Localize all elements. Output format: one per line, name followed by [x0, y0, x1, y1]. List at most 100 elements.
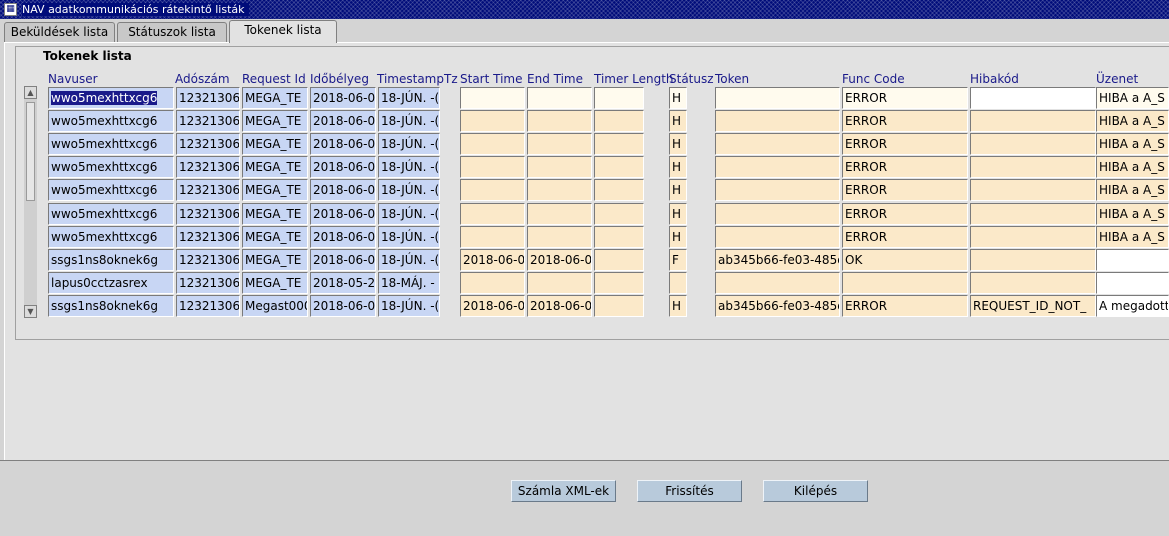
cell-end-time[interactable] — [527, 87, 592, 109]
cell-navuser[interactable]: ssgs1ns8oknek6g — [48, 294, 174, 317]
cell-end-time[interactable] — [527, 110, 592, 133]
cell-timer-length[interactable] — [594, 156, 644, 179]
cell-end-time[interactable]: 2018-06-09 — [527, 248, 592, 271]
cell-end-time[interactable] — [527, 156, 592, 179]
cell-end-time[interactable] — [527, 225, 592, 248]
cell-navuser[interactable]: wwo5mexhttxcg6 — [48, 87, 174, 109]
cell-uzenet[interactable]: HIBA a A_S — [1096, 202, 1169, 225]
cell-end-time[interactable] — [527, 179, 592, 202]
cell-token[interactable]: ab345b66-fe03-485d- — [715, 294, 840, 317]
cell-timer-length[interactable] — [594, 202, 644, 225]
cell-start-time[interactable] — [460, 110, 525, 133]
cell-end-time[interactable] — [527, 133, 592, 156]
cell-idobelyeg[interactable]: 2018-06-04 — [310, 87, 376, 109]
cell-timestamp[interactable]: 18-JÚN. -( — [378, 156, 440, 179]
cell-request-id[interactable]: MEGA_TE — [242, 156, 308, 179]
cell-hibakod[interactable] — [970, 110, 1096, 133]
cell-start-time[interactable] — [460, 202, 525, 225]
cell-timestamp[interactable]: 18-MÁJ. - — [378, 271, 440, 294]
cell-hibakod[interactable] — [970, 225, 1096, 248]
cell-uzenet[interactable] — [1096, 271, 1169, 294]
tab-bekuldesek[interactable]: Beküldések lista — [4, 22, 115, 42]
cell-start-time[interactable] — [460, 225, 525, 248]
cell-idobelyeg[interactable]: 2018-05-24 — [310, 271, 376, 294]
vertical-scrollbar[interactable]: ▲ ▼ — [24, 86, 37, 318]
cell-func-code[interactable]: ERROR — [842, 133, 968, 156]
cell-idobelyeg[interactable]: 2018-06-04 — [310, 225, 376, 248]
cell-hibakod[interactable] — [970, 248, 1096, 271]
cell-idobelyeg[interactable]: 2018-06-04 — [310, 156, 376, 179]
cell-statusz[interactable]: H — [669, 179, 687, 202]
cell-uzenet[interactable]: HIBA a A_S — [1096, 225, 1169, 248]
cell-statusz[interactable]: H — [669, 294, 687, 317]
cell-uzenet[interactable] — [1096, 248, 1169, 271]
cell-hibakod[interactable] — [970, 87, 1096, 109]
cell-token[interactable] — [715, 87, 840, 109]
cell-adoszam[interactable]: 12321306 — [176, 133, 240, 156]
cell-token[interactable] — [715, 225, 840, 248]
cell-navuser[interactable]: ssgs1ns8oknek6g — [48, 248, 174, 271]
cell-start-time[interactable] — [460, 133, 525, 156]
kilepes-button[interactable]: Kilépés — [763, 480, 868, 502]
cell-idobelyeg[interactable]: 2018-06-04 — [310, 133, 376, 156]
cell-uzenet[interactable]: HIBA a A_S — [1096, 179, 1169, 202]
cell-timer-length[interactable] — [594, 248, 644, 271]
cell-timer-length[interactable] — [594, 294, 644, 317]
cell-navuser[interactable]: lapus0cctzasrex — [48, 271, 174, 294]
cell-start-time[interactable] — [460, 179, 525, 202]
cell-timestamp[interactable]: 18-JÚN. -( — [378, 294, 440, 317]
cell-statusz[interactable]: H — [669, 225, 687, 248]
cell-uzenet[interactable]: A megadott — [1096, 294, 1169, 317]
scroll-thumb[interactable] — [26, 102, 35, 201]
cell-timestamp[interactable]: 18-JÚN. -( — [378, 179, 440, 202]
cell-hibakod[interactable] — [970, 202, 1096, 225]
cell-uzenet[interactable]: HIBA a A_S — [1096, 133, 1169, 156]
cell-timer-length[interactable] — [594, 133, 644, 156]
cell-adoszam[interactable]: 12321306 — [176, 248, 240, 271]
cell-func-code[interactable]: ERROR — [842, 225, 968, 248]
cell-func-code[interactable]: ERROR — [842, 87, 968, 109]
cell-func-code[interactable]: ERROR — [842, 179, 968, 202]
cell-request-id[interactable]: MEGA_TE — [242, 271, 308, 294]
cell-idobelyeg[interactable]: 2018-06-04 — [310, 110, 376, 133]
cell-request-id[interactable]: Megast000 — [242, 294, 308, 317]
cell-hibakod[interactable] — [970, 156, 1096, 179]
cell-uzenet[interactable]: HIBA a A_S — [1096, 156, 1169, 179]
cell-adoszam[interactable]: 12321306 — [176, 87, 240, 109]
cell-hibakod[interactable]: REQUEST_ID_NOT_ — [970, 294, 1096, 317]
cell-statusz[interactable]: H — [669, 133, 687, 156]
cell-idobelyeg[interactable]: 2018-06-04 — [310, 179, 376, 202]
cell-timer-length[interactable] — [594, 179, 644, 202]
cell-end-time[interactable] — [527, 202, 592, 225]
cell-statusz[interactable]: H — [669, 156, 687, 179]
cell-navuser[interactable]: wwo5mexhttxcg6 — [48, 202, 174, 225]
cell-end-time[interactable]: 2018-06-09 — [527, 294, 592, 317]
cell-token[interactable] — [715, 179, 840, 202]
tab-statuszok[interactable]: Státuszok lista — [117, 22, 227, 42]
cell-start-time[interactable]: 2018-06-09 — [460, 294, 525, 317]
frissites-button[interactable]: Frissítés — [637, 480, 742, 502]
cell-idobelyeg[interactable]: 2018-06-09 — [310, 248, 376, 271]
cell-func-code[interactable]: ERROR — [842, 294, 968, 317]
cell-uzenet[interactable]: HIBA a A_S — [1096, 87, 1169, 109]
cell-navuser[interactable]: wwo5mexhttxcg6 — [48, 179, 174, 202]
cell-timestamp[interactable]: 18-JÚN. -( — [378, 110, 440, 133]
scroll-up-icon[interactable]: ▲ — [24, 86, 37, 99]
cell-func-code[interactable]: ERROR — [842, 202, 968, 225]
cell-request-id[interactable]: MEGA_TE — [242, 248, 308, 271]
cell-start-time[interactable] — [460, 87, 525, 109]
cell-statusz[interactable]: H — [669, 87, 687, 109]
cell-hibakod[interactable] — [970, 133, 1096, 156]
cell-timer-length[interactable] — [594, 87, 644, 109]
cell-token[interactable] — [715, 271, 840, 294]
cell-func-code[interactable]: OK — [842, 248, 968, 271]
tab-tokenek[interactable]: Tokenek lista — [229, 20, 337, 43]
cell-adoszam[interactable]: 12321306 — [176, 225, 240, 248]
cell-token[interactable] — [715, 110, 840, 133]
cell-token[interactable] — [715, 133, 840, 156]
cell-start-time[interactable]: 2018-06-09 — [460, 248, 525, 271]
cell-navuser[interactable]: wwo5mexhttxcg6 — [48, 133, 174, 156]
cell-adoszam[interactable]: 12321306 — [176, 294, 240, 317]
cell-end-time[interactable] — [527, 271, 592, 294]
cell-request-id[interactable]: MEGA_TE — [242, 133, 308, 156]
